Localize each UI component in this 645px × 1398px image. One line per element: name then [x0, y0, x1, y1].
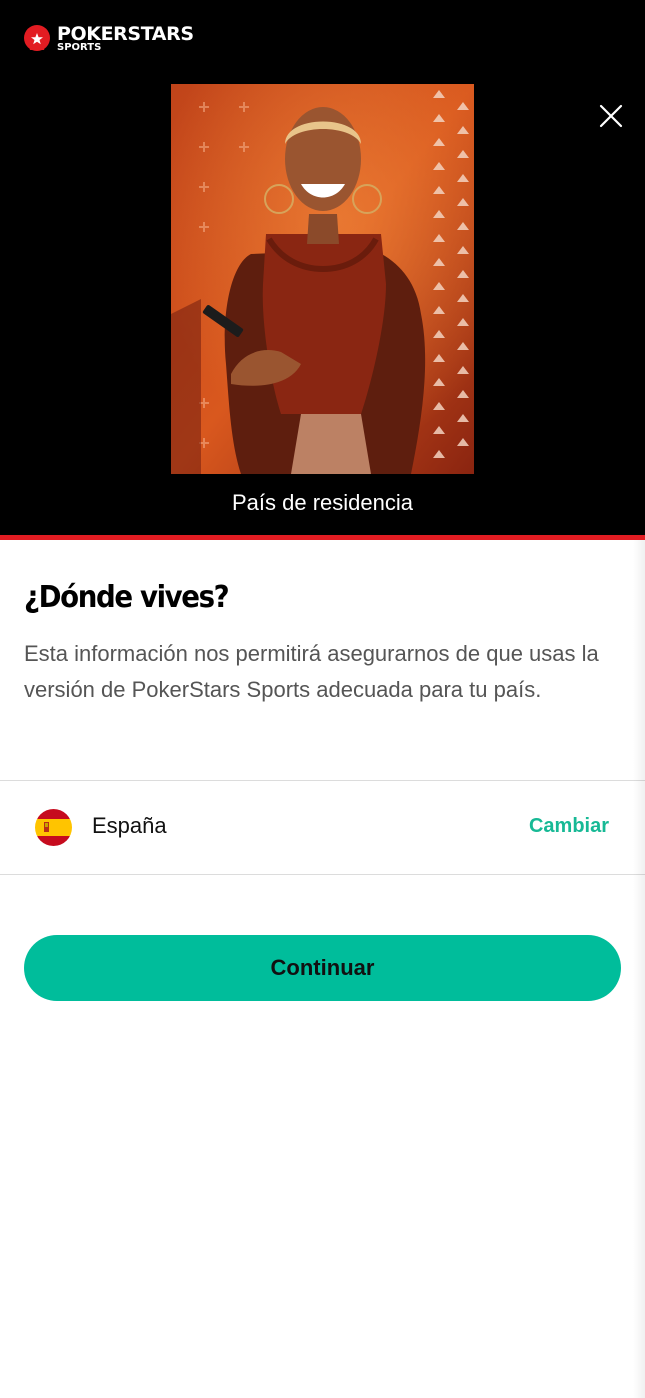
close-icon[interactable]: [596, 101, 626, 131]
header-caption: País de residencia: [232, 490, 413, 515]
country-selector-row[interactable]: España Cambiar: [0, 781, 645, 874]
change-country-link[interactable]: Cambiar: [529, 815, 609, 838]
edge-shadow: [633, 540, 645, 1398]
logo-brand-text: POKERSTARS: [57, 23, 194, 45]
logo-wordmark: POKERSTARS SPORTS: [57, 24, 194, 53]
pokerstars-logo-icon: [24, 25, 50, 51]
spain-flag-icon: [35, 809, 72, 846]
divider-bottom: [0, 874, 645, 875]
header-banner: POKERSTARS SPORTS País de residencia: [0, 0, 645, 535]
page-description: Esta información nos permitirá asegurarn…: [24, 641, 599, 702]
pokerstars-sports-logo: POKERSTARS SPORTS: [22, 24, 194, 58]
continue-button[interactable]: Continuar: [24, 935, 621, 1001]
page-title: ¿Dónde vives?: [24, 580, 230, 615]
hero-image: [171, 84, 474, 474]
country-name: España: [92, 813, 167, 838]
accent-divider: [0, 535, 645, 540]
